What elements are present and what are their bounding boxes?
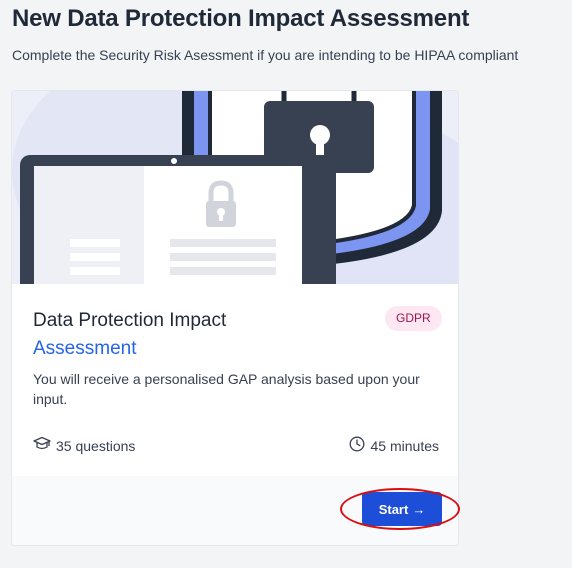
questions-label: 35 questions xyxy=(56,437,136,454)
assessment-card[interactable]: Data Protection Impact Assessment GDPR Y… xyxy=(11,90,459,546)
card-title-line2: Assessment xyxy=(33,338,137,359)
duration: 45 minutes xyxy=(349,436,439,455)
card-title: Data Protection Impact Assessment xyxy=(33,307,363,363)
card-title-line1: Data Protection Impact xyxy=(33,310,227,331)
graduation-cap-icon xyxy=(33,436,51,455)
arrow-right-icon: → xyxy=(412,501,426,517)
clock-icon xyxy=(349,436,365,455)
questions-count: 35 questions xyxy=(33,436,135,455)
page-title: New Data Protection Impact Assessment xyxy=(12,5,470,32)
start-button[interactable]: Start → xyxy=(362,492,442,526)
page-subtitle: Complete the Security Risk Asessment if … xyxy=(12,47,519,63)
gdpr-badge: GDPR xyxy=(385,306,442,331)
duration-label: 45 minutes xyxy=(370,437,439,454)
hero-illustration xyxy=(12,91,458,284)
laptop-lock-illustration xyxy=(20,155,336,284)
card-description: You will receive a personalised GAP anal… xyxy=(33,371,420,407)
card-meta: 35 questions 45 minutes xyxy=(33,436,439,456)
start-button-label: Start xyxy=(378,501,409,517)
security-illustration xyxy=(12,91,458,284)
